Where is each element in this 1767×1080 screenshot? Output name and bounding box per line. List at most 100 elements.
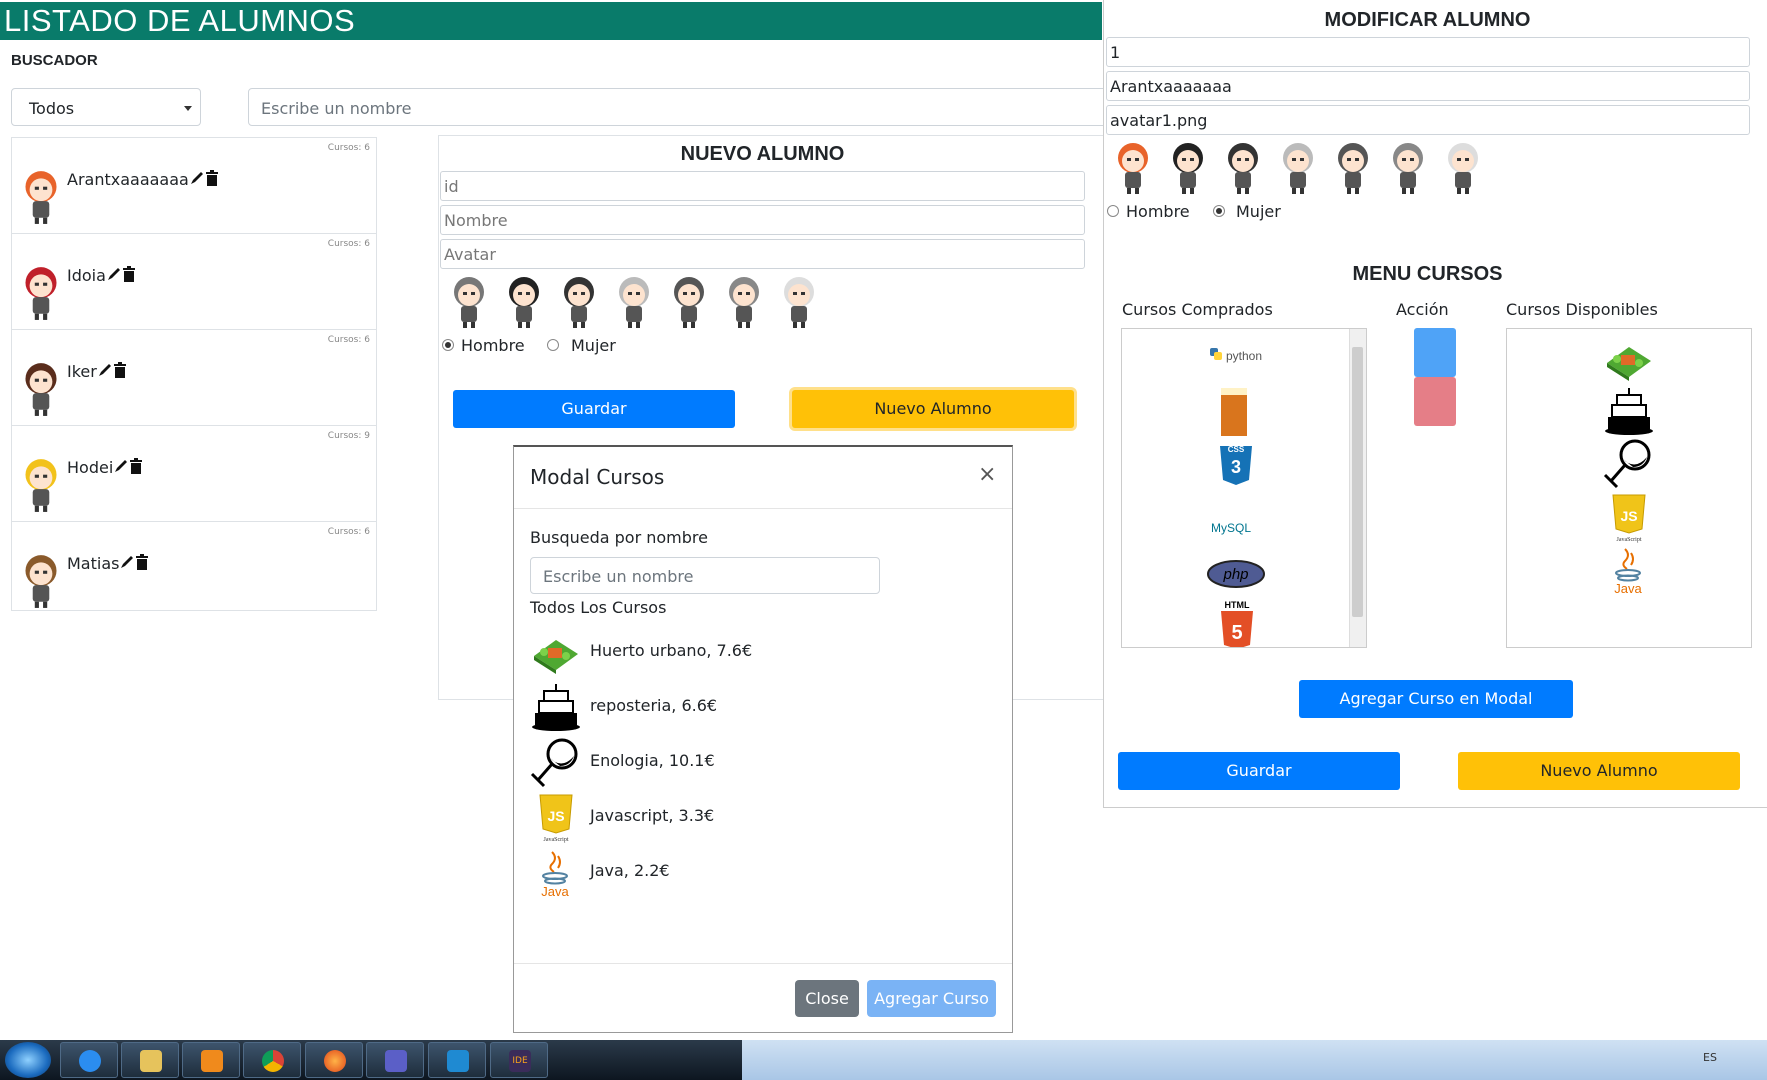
taskbar-tray-area	[742, 1040, 1767, 1080]
file-explorer-icon[interactable]	[121, 1042, 179, 1078]
media-player-icon[interactable]	[182, 1042, 240, 1078]
edit-icon[interactable]	[189, 170, 205, 186]
firefox-icon[interactable]	[305, 1042, 363, 1078]
beer-icon[interactable]	[1219, 386, 1251, 438]
close-icon[interactable]: ×	[978, 462, 996, 487]
student-item[interactable]: Cursos: 6 Arantxaaaaaaa	[12, 138, 376, 234]
edit-icon[interactable]	[97, 362, 113, 378]
nuevo-guardar-button[interactable]: Guardar	[453, 390, 735, 428]
course-item[interactable]: Huerto urbano, 7.6€	[530, 626, 930, 678]
modificar-nombre-field[interactable]: Arantxaaaaaaa	[1106, 71, 1750, 101]
avatar-option[interactable]	[447, 272, 491, 330]
avatar-option[interactable]	[667, 272, 711, 330]
cursos-comprados-list[interactable]: python 3 CSS MySQL php HTML 5	[1121, 328, 1367, 648]
teams-icon[interactable]	[366, 1042, 424, 1078]
avatar-option[interactable]	[502, 272, 546, 330]
svg-text:python: python	[1226, 349, 1262, 363]
avatar-option[interactable]	[557, 272, 601, 330]
avatar-option[interactable]	[1166, 138, 1210, 196]
avatar-option[interactable]	[777, 272, 821, 330]
radio-mujer[interactable]	[547, 339, 559, 351]
avatar-option[interactable]	[722, 272, 766, 330]
modal-close-button[interactable]: Close	[795, 980, 859, 1017]
python-icon[interactable]: python	[1202, 343, 1292, 369]
avatar-option[interactable]	[1276, 138, 1320, 196]
avatar-option[interactable]	[1221, 138, 1265, 196]
course-item[interactable]: Enologia, 10.1€	[530, 736, 930, 788]
edit-icon[interactable]	[113, 458, 129, 474]
student-item[interactable]: Cursos: 9 Hodei	[12, 426, 376, 522]
php-icon[interactable]: php	[1205, 558, 1267, 590]
student-course-count: Cursos: 6	[327, 335, 370, 345]
modal-agregar-curso-button[interactable]: Agregar Curso	[867, 980, 996, 1017]
avatar	[18, 550, 64, 610]
windows-start-icon[interactable]	[5, 1042, 51, 1078]
modificar-guardar-button[interactable]: Guardar	[1118, 752, 1400, 790]
filter-select[interactable]: Todos	[11, 88, 201, 126]
css3-icon[interactable]: 3 CSS	[1217, 442, 1255, 488]
modal-search-label: Busqueda por nombre	[530, 528, 708, 547]
course-label: Huerto urbano, 7.6€	[590, 641, 753, 660]
student-item[interactable]: Cursos: 6 Iker	[12, 330, 376, 426]
wine-glass-icon	[530, 736, 582, 788]
edit-icon[interactable]	[106, 266, 122, 282]
svg-text:Java: Java	[541, 884, 569, 898]
eclipse-ide-icon[interactable]: IDE	[490, 1042, 548, 1078]
nuevo-avatar-field[interactable]: Avatar	[440, 239, 1085, 269]
avatar-option[interactable]	[1386, 138, 1430, 196]
page-title: LISTADO DE ALUMNOS	[4, 3, 356, 38]
cursos-disponibles-list[interactable]: JS JavaScript Java	[1506, 328, 1752, 648]
course-item[interactable]: Java Java, 2.2€	[530, 846, 930, 898]
mysql-icon[interactable]: MySQL	[1207, 512, 1267, 540]
java-icon[interactable]: Java	[1603, 543, 1655, 595]
student-item[interactable]: Cursos: 6 Matias	[12, 522, 376, 611]
svg-text:JavaScript: JavaScript	[544, 837, 569, 843]
nuevo-id-field[interactable]: id	[440, 171, 1085, 201]
avatar-option[interactable]	[1441, 138, 1485, 196]
student-item[interactable]: Cursos: 6 Idoia	[12, 234, 376, 330]
avatar	[18, 262, 64, 322]
internet-explorer-icon[interactable]	[60, 1042, 118, 1078]
student-name: Idoia	[67, 266, 106, 285]
html5-icon[interactable]: HTML 5	[1217, 599, 1257, 648]
chevron-down-icon	[184, 106, 192, 111]
student-list: Cursos: 6 Arantxaaaaaaa Cursos: 6 Idoia …	[11, 137, 377, 611]
edit-icon[interactable]	[119, 554, 135, 570]
modificar-avatar-field[interactable]: avatar1.png	[1106, 105, 1750, 135]
student-search-input[interactable]: Escribe un nombre	[248, 88, 1108, 126]
nuevo-alumno-button[interactable]: Nuevo Alumno	[792, 390, 1074, 428]
student-name: Arantxaaaaaaa	[67, 170, 189, 189]
avatar	[18, 454, 64, 514]
radio-hombre-label: Hombre	[461, 336, 525, 355]
agregar-curso-modal-button[interactable]: Agregar Curso en Modal	[1299, 680, 1573, 718]
add-course-button[interactable]	[1414, 328, 1456, 377]
cake-icon[interactable]	[1603, 385, 1655, 437]
vscode-icon[interactable]	[428, 1042, 486, 1078]
course-item[interactable]: JS JavaScript Javascript, 3.3€	[530, 791, 930, 843]
radio-mujer[interactable]	[1213, 205, 1225, 217]
modificar-nuevo-alumno-button[interactable]: Nuevo Alumno	[1458, 752, 1740, 790]
javascript-icon[interactable]: JSJavaScript	[1603, 491, 1655, 543]
trash-icon[interactable]	[122, 266, 136, 282]
comprados-scrollbar-thumb[interactable]	[1352, 347, 1363, 617]
radio-hombre[interactable]	[442, 339, 454, 351]
modal-search-input[interactable]: Escribe un nombre	[530, 557, 880, 594]
modificar-id-field[interactable]: 1	[1106, 37, 1750, 67]
trash-icon[interactable]	[205, 170, 219, 186]
language-indicator[interactable]: ES	[1703, 1051, 1717, 1064]
accion-label: Acción	[1396, 300, 1449, 319]
avatar-option[interactable]	[1111, 138, 1155, 196]
garden-icon[interactable]	[1603, 333, 1655, 385]
avatar-option[interactable]	[612, 272, 656, 330]
avatar	[18, 358, 64, 418]
avatar-option[interactable]	[1331, 138, 1375, 196]
chrome-icon[interactable]	[243, 1042, 301, 1078]
trash-icon[interactable]	[113, 362, 127, 378]
trash-icon[interactable]	[135, 554, 149, 570]
trash-icon[interactable]	[129, 458, 143, 474]
remove-course-button[interactable]	[1414, 377, 1456, 426]
nuevo-nombre-field[interactable]: Nombre	[440, 205, 1085, 235]
wine-glass-icon[interactable]	[1603, 437, 1655, 489]
course-item[interactable]: reposteria, 6.6€	[530, 681, 930, 733]
radio-hombre[interactable]	[1107, 205, 1119, 217]
